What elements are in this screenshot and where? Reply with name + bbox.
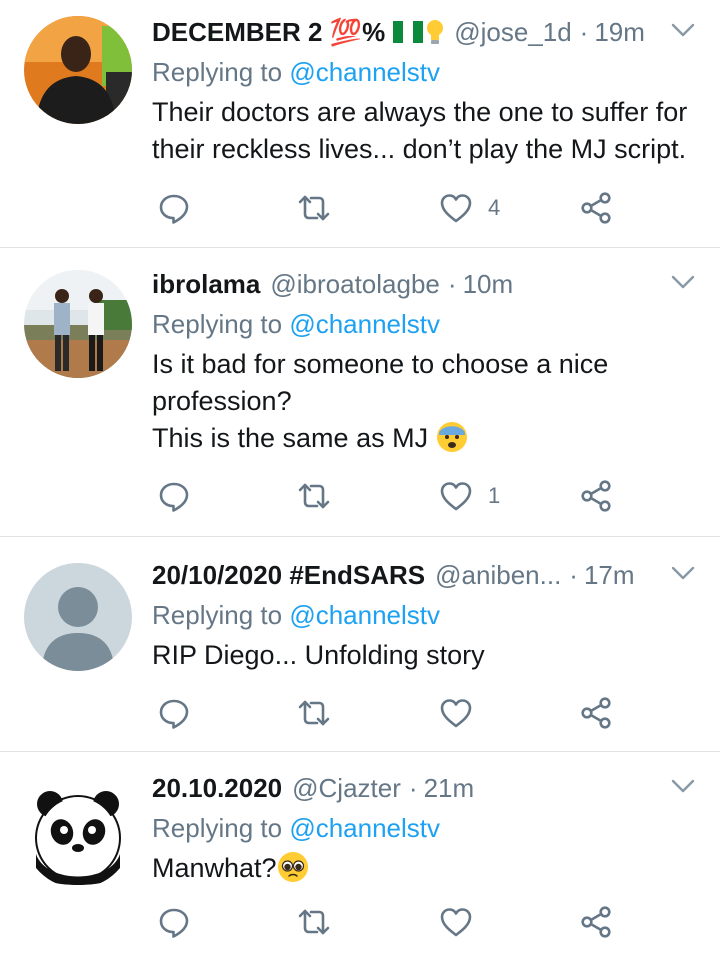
replying-to-link[interactable]: @channelstv xyxy=(289,309,440,339)
retweet-icon xyxy=(296,190,332,226)
like-icon xyxy=(438,695,474,731)
reply-icon xyxy=(156,478,192,514)
retweet-button[interactable] xyxy=(296,902,332,942)
replying-to: Replying to @channelstv xyxy=(152,54,696,90)
author-name[interactable]: 20.10.2020 xyxy=(152,773,282,804)
author-name[interactable]: DECEMBER 2 💯% xyxy=(152,17,385,48)
like-icon xyxy=(438,904,474,940)
replying-prefix: Replying to xyxy=(152,600,282,630)
reply-icon xyxy=(156,695,192,731)
separator: · xyxy=(569,560,578,591)
share-button[interactable] xyxy=(578,476,614,516)
tweet-text: Their doctors are always the one to suff… xyxy=(152,94,696,168)
retweet-icon xyxy=(296,904,332,940)
pleading-face-emoji-icon xyxy=(277,851,309,883)
chevron-down-icon[interactable] xyxy=(670,563,696,583)
replying-to-link[interactable]: @channelstv xyxy=(289,57,440,87)
share-button[interactable] xyxy=(578,902,614,942)
action-bar xyxy=(152,693,632,733)
timestamp[interactable]: 17m xyxy=(584,560,635,591)
share-button[interactable] xyxy=(578,693,614,733)
timestamp[interactable]: 19m xyxy=(594,17,645,48)
chevron-down-icon[interactable] xyxy=(670,776,696,796)
fearful-face-emoji-icon xyxy=(436,421,468,453)
retweet-button[interactable] xyxy=(296,693,332,733)
timestamp[interactable]: 10m xyxy=(463,269,514,300)
like-button[interactable] xyxy=(438,902,488,942)
tweet-card[interactable]: ibrolama @ibroatolagbe · 10m Replying to… xyxy=(0,248,720,537)
tweet-text: Is it bad for someone to choose a nice p… xyxy=(152,346,696,457)
reply-button[interactable] xyxy=(156,693,192,733)
reply-icon xyxy=(156,904,192,940)
replying-to-link[interactable]: @channelstv xyxy=(289,600,440,630)
reply-icon xyxy=(156,190,192,226)
avatar[interactable] xyxy=(24,270,132,378)
tweet-card[interactable]: 20/10/2020 #EndSARS @aniben... · 17m Rep… xyxy=(0,537,720,752)
replies-feed: DECEMBER 2 💯% @jose_1d · 19m Replying to… xyxy=(0,0,720,956)
lightbulb-icon xyxy=(426,19,444,45)
like-count: 4 xyxy=(488,195,500,221)
separator: · xyxy=(580,17,589,48)
share-icon xyxy=(578,904,614,940)
retweet-button[interactable] xyxy=(296,188,332,228)
like-count: 1 xyxy=(488,483,500,509)
author-name[interactable]: ibrolama xyxy=(152,269,260,300)
timestamp[interactable]: 21m xyxy=(424,773,475,804)
separator: · xyxy=(409,773,418,804)
author-handle[interactable]: @Cjazter xyxy=(292,773,401,804)
reply-button[interactable] xyxy=(156,188,192,228)
retweet-icon xyxy=(296,695,332,731)
action-bar: 1 xyxy=(152,476,632,516)
action-bar: 4 xyxy=(152,188,632,228)
tweet-text: Manwhat? xyxy=(152,850,696,887)
reply-button[interactable] xyxy=(156,476,192,516)
author-name[interactable]: 20/10/2020 #EndSARS xyxy=(152,560,425,591)
tweet-card[interactable]: DECEMBER 2 💯% @jose_1d · 19m Replying to… xyxy=(0,0,720,248)
author-handle[interactable]: @aniben... xyxy=(435,560,561,591)
replying-to: Replying to @channelstv xyxy=(152,306,696,342)
share-icon xyxy=(578,478,614,514)
like-icon xyxy=(438,190,474,226)
replying-to-link[interactable]: @channelstv xyxy=(289,813,440,843)
like-button[interactable]: 1 xyxy=(438,476,500,516)
replying-prefix: Replying to xyxy=(152,57,282,87)
replying-prefix: Replying to xyxy=(152,813,282,843)
like-button[interactable] xyxy=(438,693,488,733)
retweet-button[interactable] xyxy=(296,476,332,516)
chevron-down-icon[interactable] xyxy=(670,272,696,292)
tweet-card[interactable]: 20.10.2020 @Cjazter · 21m Replying to @c… xyxy=(0,752,720,956)
tweet-text: RIP Diego... Unfolding story xyxy=(152,637,696,674)
replying-to: Replying to @channelstv xyxy=(152,597,696,633)
avatar[interactable] xyxy=(24,16,132,124)
reply-button[interactable] xyxy=(156,902,192,942)
author-handle[interactable]: @ibroatolagbe xyxy=(270,269,440,300)
tweet-text-line: Is it bad for someone to choose a nice p… xyxy=(152,346,696,420)
separator: · xyxy=(448,269,457,300)
share-icon xyxy=(578,190,614,226)
like-icon xyxy=(438,478,474,514)
share-button[interactable] xyxy=(578,188,614,228)
avatar[interactable] xyxy=(24,563,132,671)
like-button[interactable]: 4 xyxy=(438,188,500,228)
tweet-text-line: This is the same as MJ xyxy=(152,420,696,457)
nigeria-flag-icon xyxy=(393,21,423,43)
chevron-down-icon[interactable] xyxy=(670,20,696,40)
share-icon xyxy=(578,695,614,731)
author-handle[interactable]: @jose_1d xyxy=(454,17,571,48)
retweet-icon xyxy=(296,478,332,514)
action-bar xyxy=(152,902,632,942)
replying-prefix: Replying to xyxy=(152,309,282,339)
avatar[interactable] xyxy=(24,780,132,888)
replying-to: Replying to @channelstv xyxy=(152,810,696,846)
